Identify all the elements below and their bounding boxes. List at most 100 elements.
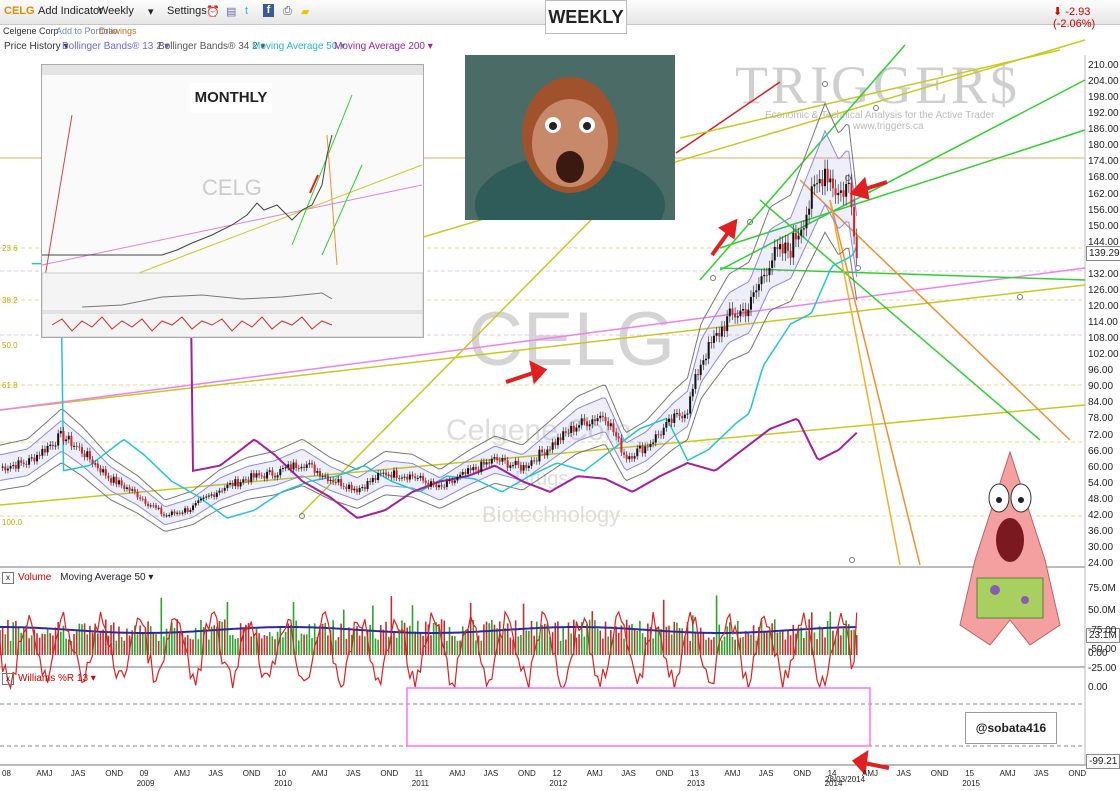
volume-bar <box>829 611 832 655</box>
candle-body <box>363 487 366 489</box>
candle-body <box>107 475 110 479</box>
volume-bar <box>97 633 99 655</box>
candle-body <box>649 443 652 448</box>
candle-body <box>369 480 372 483</box>
candle-body <box>543 452 546 456</box>
candle-body <box>67 435 70 440</box>
candle-body <box>324 475 327 477</box>
candle-body <box>419 475 422 478</box>
williams-title[interactable]: Williams %R 13 ▾ <box>18 673 96 684</box>
candle-body <box>802 228 805 230</box>
candle-body <box>630 456 633 459</box>
time-tick: OND <box>930 769 949 778</box>
time-tick: OND <box>105 769 123 778</box>
candle-body <box>501 457 504 462</box>
candle-body <box>826 168 829 183</box>
volume-bar <box>805 631 808 655</box>
volume-bar <box>491 619 493 655</box>
volume-bar <box>832 630 834 655</box>
candle-body <box>139 497 142 499</box>
candle-body <box>295 462 298 469</box>
volume-bar <box>435 622 438 655</box>
candle-body <box>816 183 819 185</box>
candle-body <box>628 456 631 460</box>
volume-bar <box>607 636 609 655</box>
candle-body <box>580 418 583 426</box>
volume-bar <box>274 639 276 655</box>
candle-body <box>731 308 734 314</box>
candle-body <box>678 413 681 417</box>
candle-body <box>456 477 459 481</box>
volume-bar <box>760 619 763 655</box>
candle-body <box>467 468 470 474</box>
candle-body <box>477 469 480 472</box>
watermark-ticker: CELG <box>468 297 675 382</box>
candle-body <box>485 462 488 465</box>
volume-bar <box>379 625 382 655</box>
candle-body <box>604 417 607 422</box>
candle-body <box>601 415 604 418</box>
candle-body <box>675 413 678 415</box>
candle-body <box>155 505 158 508</box>
candle-body <box>371 478 374 483</box>
price-tick: 108.00 <box>1088 333 1119 345</box>
candle-body <box>427 482 430 487</box>
candle-body <box>115 476 118 485</box>
candle-body <box>70 435 73 447</box>
volume-bar <box>480 640 483 655</box>
candle-body <box>792 232 795 258</box>
volume-bar <box>575 637 578 655</box>
volume-bar <box>448 627 451 655</box>
volume-bar <box>570 633 572 655</box>
candle-body <box>681 416 684 419</box>
candle-body <box>694 374 697 389</box>
price-tick: 60.00 <box>1088 461 1114 473</box>
candle-body <box>9 466 12 469</box>
candle-body <box>168 515 171 517</box>
volume-bar <box>176 619 178 655</box>
candle-body <box>654 434 657 443</box>
volume-bar <box>594 620 596 655</box>
volume-bar <box>501 639 504 655</box>
close-icon[interactable]: x <box>2 673 14 685</box>
candle-body <box>549 449 551 451</box>
volume-bar <box>813 632 816 655</box>
volume-tick: 75.0M <box>1088 583 1116 594</box>
candle-body <box>847 182 850 185</box>
candle-body <box>247 479 250 482</box>
candle-body <box>329 479 332 482</box>
candle-body <box>255 473 258 478</box>
volume-bar <box>65 638 67 655</box>
volume-ma-title[interactable]: Moving Average 50 ▾ <box>60 572 153 583</box>
volume-bar <box>454 636 456 655</box>
candle-body <box>554 442 557 446</box>
candle-body <box>321 476 324 478</box>
volume-title: Volume <box>18 572 52 583</box>
volume-bar <box>229 635 231 655</box>
candle-body <box>657 434 660 436</box>
williams-levels <box>0 687 1085 747</box>
candle-body <box>221 490 224 492</box>
close-icon[interactable]: x <box>2 572 14 584</box>
volume-bar <box>504 628 506 655</box>
candle-body <box>226 484 229 489</box>
candle-body <box>54 445 57 447</box>
candle-body <box>311 463 314 465</box>
candle-body <box>86 451 89 458</box>
volume-bar <box>734 639 736 655</box>
price-tick: 120.00 <box>1088 301 1119 312</box>
candle-body <box>131 489 134 491</box>
candle-body <box>358 488 361 493</box>
volume-bar <box>9 640 12 655</box>
candle-body <box>340 479 343 486</box>
volume-bar <box>192 639 194 655</box>
candle-body <box>6 468 9 471</box>
candle-body <box>75 445 78 447</box>
price-tick: 204.00 <box>1088 76 1119 88</box>
candle-body <box>104 469 107 476</box>
candle-body <box>498 460 501 462</box>
volume-bar <box>781 629 784 655</box>
candle-body <box>366 480 369 489</box>
last-williams-box: -99.21 <box>1086 754 1120 769</box>
candle-body <box>149 505 152 507</box>
